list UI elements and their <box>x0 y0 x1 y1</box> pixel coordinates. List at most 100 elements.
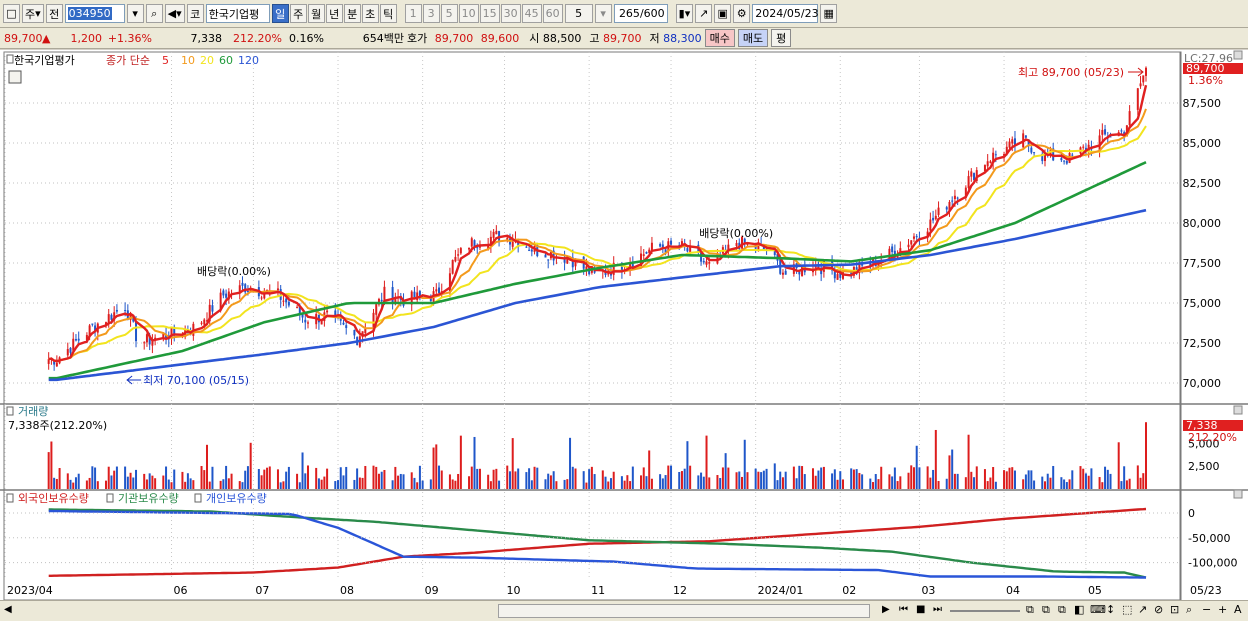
candle-body <box>1065 160 1068 164</box>
tool-icon-5[interactable]: ↕ <box>1106 603 1115 616</box>
volume-bar <box>478 468 481 489</box>
tool-icon-2[interactable]: ⧉ <box>1058 603 1066 617</box>
volume-bar <box>375 466 378 489</box>
scroll-right-icon[interactable]: ▶ <box>882 604 890 615</box>
code-input[interactable]: 034950 <box>64 4 125 23</box>
candle-body <box>1024 135 1027 138</box>
volume-bar <box>498 480 501 489</box>
volume-bar <box>129 472 132 489</box>
buy-button[interactable]: 매수 <box>704 29 735 47</box>
volume-bar <box>173 469 176 489</box>
table-icon[interactable] <box>8 70 22 84</box>
holding-tick-label: 0 <box>1188 507 1195 520</box>
tool-icon-1[interactable]: ⧉ <box>1042 603 1050 617</box>
volume-bar <box>708 477 711 489</box>
date-input[interactable]: 2024/05/23 <box>752 4 819 23</box>
panel-close-icon[interactable] <box>1233 50 1243 60</box>
candle-body <box>1101 129 1104 135</box>
candle-body <box>934 215 937 220</box>
volume-bar <box>801 466 804 489</box>
minute-button-5[interactable]: 30 <box>500 4 521 23</box>
candle-body <box>784 270 787 275</box>
volume-bar <box>738 471 741 489</box>
minute-button-4[interactable]: 15 <box>479 4 500 23</box>
candle-body <box>1060 158 1063 161</box>
volume-bar <box>588 469 591 489</box>
volume-bar <box>74 477 77 489</box>
tool-icon-13[interactable]: A <box>1234 603 1242 616</box>
volume-bar <box>143 473 146 489</box>
search-icon[interactable]: ⌕ <box>145 4 163 23</box>
minute-button-6[interactable]: 45 <box>521 4 542 23</box>
layout-icon[interactable]: □ <box>3 4 20 23</box>
candle-icon[interactable]: ▮▾ <box>675 4 694 23</box>
volume-bar <box>476 468 479 489</box>
code-dropdown-icon[interactable]: ▾ <box>126 4 144 23</box>
volume-bar <box>642 467 645 489</box>
volume-bar <box>457 473 460 489</box>
minute-button-0[interactable]: 1 <box>404 4 422 23</box>
minute-button-3[interactable]: 10 <box>458 4 479 23</box>
tool-icon-9[interactable]: ⊡ <box>1170 603 1179 616</box>
tool-icon-8[interactable]: ⊘ <box>1154 603 1163 616</box>
minute-button-2[interactable]: 5 <box>440 4 458 23</box>
candle-body <box>1008 141 1011 148</box>
count-input[interactable]: 265/600 <box>613 4 668 23</box>
period-button-6[interactable]: 틱 <box>379 4 397 23</box>
forward-icon[interactable]: ⏭ <box>933 604 942 615</box>
scroll-bar[interactable]: ◀ ▶ ⏮ ■ ⏭ ⧉ ⧉ ⧉ ◧ ⌨ ↕ ⬚ ↗ ⊘ ⊡ ⌕ − + A <box>0 600 1248 621</box>
avg-button[interactable]: 평 <box>771 29 792 47</box>
period-button-3[interactable]: 년 <box>325 4 343 23</box>
type-select[interactable]: 주 ▾ <box>22 4 44 23</box>
stop-icon[interactable]: ■ <box>916 604 925 615</box>
candle-body <box>353 330 356 336</box>
tool-icon-12[interactable]: + <box>1218 603 1227 616</box>
tool-icon-6[interactable]: ⬚ <box>1122 603 1132 616</box>
minute-select[interactable]: 5 <box>564 4 593 23</box>
minute-dropdown-icon[interactable]: ▾ <box>594 4 612 23</box>
rewind-icon[interactable]: ⏮ <box>899 604 908 615</box>
tool-icon-3[interactable]: ◧ <box>1074 603 1084 616</box>
volume-bar <box>631 466 634 489</box>
volume-bar <box>626 475 629 489</box>
candle-body <box>1142 75 1145 83</box>
candle-body <box>1033 152 1036 154</box>
tool-icon-4[interactable]: ⌨ <box>1090 603 1106 616</box>
period-button-4[interactable]: 분 <box>343 4 361 23</box>
volume-bar <box>585 482 588 489</box>
period-button-2[interactable]: 월 <box>307 4 325 23</box>
volume-bar <box>145 479 148 489</box>
period-button-5[interactable]: 초 <box>361 4 379 23</box>
calendar-icon[interactable]: ▦ <box>820 4 838 23</box>
panel-close-icon[interactable] <box>1233 489 1243 499</box>
period-button-0[interactable]: 일 <box>271 4 289 23</box>
draw-icon[interactable]: ↗ <box>695 4 713 23</box>
tool-icon-7[interactable]: ↗ <box>1138 603 1147 616</box>
candle-body <box>702 260 705 263</box>
volume-bar <box>96 481 99 489</box>
panel-close-icon[interactable] <box>1233 405 1243 415</box>
tool-icon-11[interactable]: − <box>1202 603 1211 616</box>
volume-bar <box>932 469 935 489</box>
x-tick-label: 04 <box>1006 584 1020 597</box>
tool-icon-10[interactable]: ⌕ <box>1186 603 1192 617</box>
candle-body <box>1139 83 1142 87</box>
scroll-left-icon[interactable]: ◀ <box>4 604 12 615</box>
period-button-1[interactable]: 주 <box>289 4 307 23</box>
market-button[interactable]: 코 <box>186 4 204 23</box>
minute-button-1[interactable]: 3 <box>422 4 440 23</box>
code-value: 034950 <box>67 7 112 20</box>
minute-button-7[interactable]: 60 <box>542 4 563 23</box>
prev-button[interactable]: 전 <box>45 4 63 23</box>
speaker-icon[interactable]: ◀▾ <box>164 4 185 23</box>
x-tick-label: 05 <box>1088 584 1102 597</box>
gear-icon[interactable]: ⚙ <box>733 4 751 23</box>
zoom-slider[interactable] <box>950 610 1020 612</box>
save-icon[interactable]: ▣ <box>714 4 732 23</box>
candle-body <box>342 322 345 325</box>
sell-button[interactable]: 매도 <box>737 29 769 47</box>
stock-chart[interactable]: 70,000 72,500 75,000 77,500 80,000 82,500 85,0… <box>0 50 1248 600</box>
scroll-thumb[interactable] <box>498 604 870 618</box>
tool-icon-0[interactable]: ⧉ <box>1026 603 1034 617</box>
candle-body <box>912 236 915 239</box>
